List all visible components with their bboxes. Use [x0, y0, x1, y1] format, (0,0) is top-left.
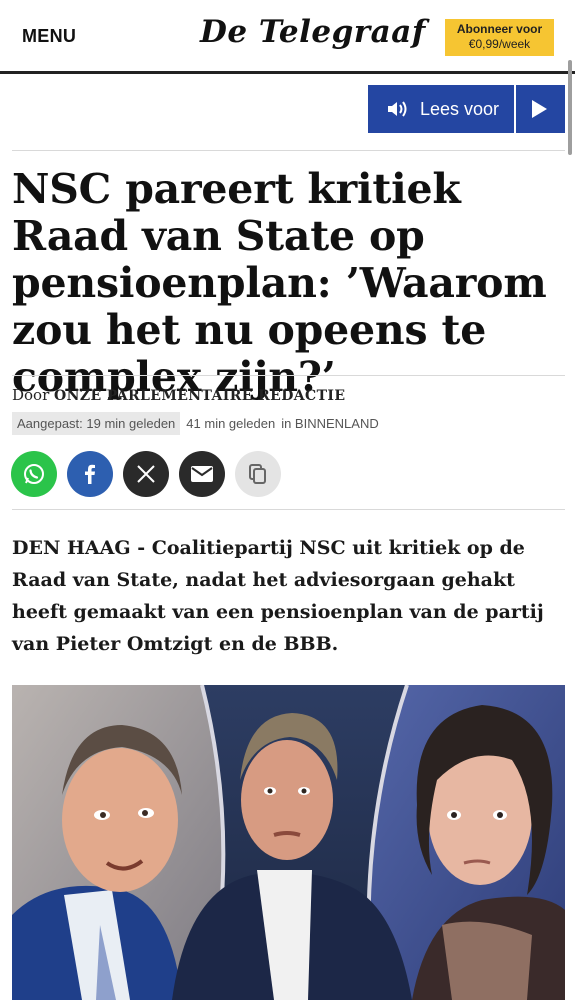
read-aloud-label: Lees voor: [420, 99, 500, 119]
copy-link-button[interactable]: [235, 451, 281, 497]
article-meta: Aangepast: 19 min geleden 41 min geleden…: [12, 411, 379, 435]
byline: Door ONZE PARLEMENTAIRE REDACTIE: [12, 386, 345, 404]
byline-prefix: Door: [12, 386, 50, 404]
divider: [514, 85, 516, 133]
subscribe-button[interactable]: Abonneer voor €0,99/week: [445, 19, 554, 56]
facebook-icon: [85, 464, 95, 484]
play-icon[interactable]: [532, 100, 547, 118]
site-logo[interactable]: De Telegraaf: [200, 14, 426, 50]
email-share-button[interactable]: [179, 451, 225, 497]
article-photo[interactable]: [12, 685, 565, 1000]
whatsapp-share-button[interactable]: [11, 451, 57, 497]
copy-icon: [249, 464, 266, 484]
speaker-icon: [388, 101, 407, 117]
top-header: MENU De Telegraaf Abonneer voor €0,99/we…: [0, 0, 575, 74]
subscribe-line2: €0,99/week: [468, 37, 531, 51]
scrollbar[interactable]: [568, 60, 572, 155]
published-time: 41 min geleden: [186, 415, 276, 431]
photo-illustration: [12, 685, 565, 1000]
share-bar: [11, 451, 291, 497]
divider: [12, 375, 565, 376]
x-share-button[interactable]: [123, 451, 169, 497]
category-label[interactable]: in BINNENLAND: [281, 416, 379, 431]
x-icon: [137, 465, 155, 483]
divider: [12, 509, 565, 510]
updated-badge: Aangepast: 19 min geleden: [12, 411, 181, 435]
subscribe-line1: Abonneer voor: [456, 22, 543, 36]
article-intro: DEN HAAG - Coalitiepartij NSC uit kritie…: [12, 537, 544, 655]
divider: [12, 150, 565, 151]
email-icon: [191, 466, 213, 482]
read-aloud-button[interactable]: Lees voor: [368, 85, 565, 133]
article-headline: NSC pareert kritiek Raad van State op pe…: [12, 165, 547, 401]
whatsapp-icon: [24, 464, 44, 484]
menu-button[interactable]: MENU: [22, 26, 76, 47]
byline-author[interactable]: ONZE PARLEMENTAIRE REDACTIE: [54, 388, 345, 404]
facebook-share-button[interactable]: [67, 451, 113, 497]
